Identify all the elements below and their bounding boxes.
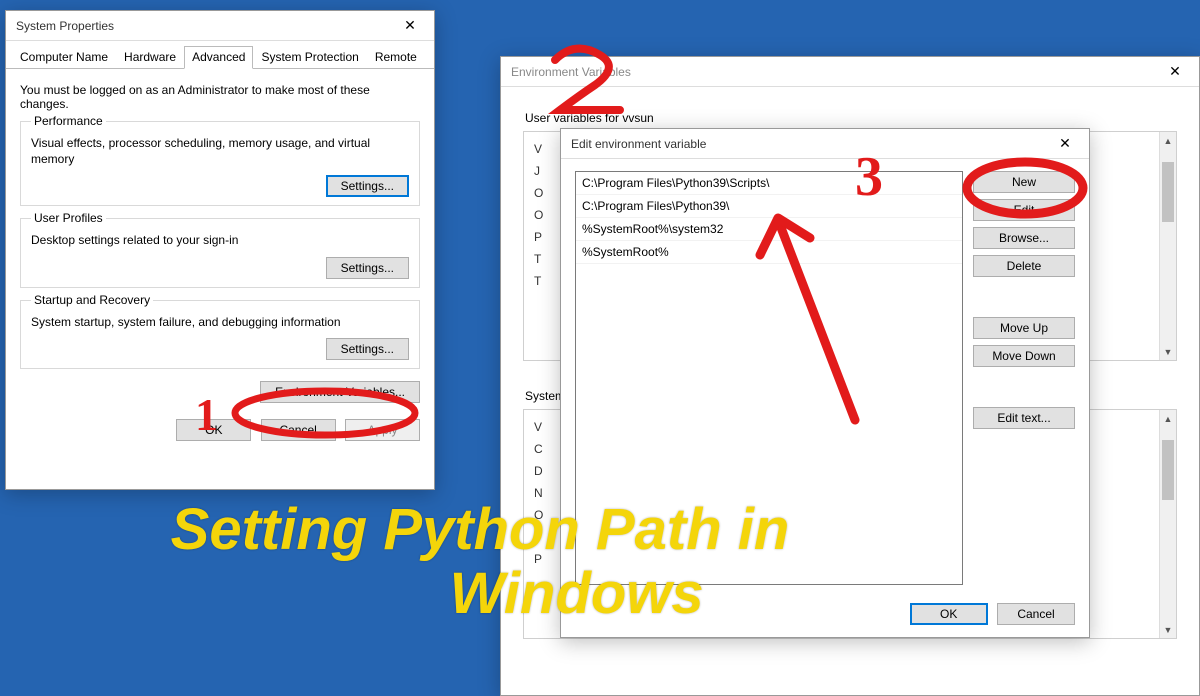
startup-settings-button[interactable]: Settings... <box>326 338 409 360</box>
close-icon[interactable]: ✕ <box>390 12 430 40</box>
editenv-title: Edit environment variable <box>571 137 1045 151</box>
apply-button: Apply <box>345 419 420 441</box>
startup-text: System startup, system failure, and debu… <box>31 315 409 331</box>
move-up-button[interactable]: Move Up <box>973 317 1075 339</box>
sysprops-tabs: Computer Name Hardware Advanced System P… <box>6 41 434 69</box>
path-entry[interactable]: %SystemRoot%\system32 <box>576 218 962 241</box>
close-icon[interactable]: ✕ <box>1155 58 1195 86</box>
new-button[interactable]: New <box>973 171 1075 193</box>
user-variables-label: User variables for vvsun <box>525 111 1177 125</box>
sysprops-titlebar: System Properties ✕ <box>6 11 434 41</box>
startup-recovery-group: Startup and Recovery System startup, sys… <box>20 300 420 370</box>
tutorial-caption: Setting Python Path in Windows <box>40 498 920 626</box>
user-profiles-title: User Profiles <box>31 211 106 225</box>
user-profiles-settings-button[interactable]: Settings... <box>326 257 409 279</box>
performance-settings-button[interactable]: Settings... <box>326 175 409 197</box>
performance-title: Performance <box>31 114 106 128</box>
delete-button[interactable]: Delete <box>973 255 1075 277</box>
scroll-up-icon[interactable]: ▲ <box>1160 132 1176 149</box>
browse-button[interactable]: Browse... <box>973 227 1075 249</box>
tab-remote[interactable]: Remote <box>367 46 425 69</box>
tab-system-protection[interactable]: System Protection <box>253 46 366 69</box>
user-profiles-group: User Profiles Desktop settings related t… <box>20 218 420 288</box>
tab-advanced[interactable]: Advanced <box>184 46 253 69</box>
user-profiles-text: Desktop settings related to your sign-in <box>31 233 409 249</box>
scroll-up-icon[interactable]: ▲ <box>1160 410 1176 427</box>
scrollbar[interactable]: ▲ ▼ <box>1159 410 1176 638</box>
scroll-down-icon[interactable]: ▼ <box>1160 343 1176 360</box>
performance-text: Visual effects, processor scheduling, me… <box>31 136 409 167</box>
envvars-titlebar: Environment Variables ✕ <box>501 57 1199 87</box>
tab-computer-name[interactable]: Computer Name <box>12 46 116 69</box>
editenv-titlebar: Edit environment variable ✕ <box>561 129 1089 159</box>
move-down-button[interactable]: Move Down <box>973 345 1075 367</box>
scrollbar[interactable]: ▲ ▼ <box>1159 132 1176 360</box>
path-entry[interactable]: C:\Program Files\Python39\Scripts\ <box>576 172 962 195</box>
ok-button[interactable]: OK <box>176 419 251 441</box>
envvars-title: Environment Variables <box>511 65 1155 79</box>
scroll-thumb[interactable] <box>1162 162 1174 222</box>
editenv-side-buttons: New Edit Browse... Delete Move Up Move D… <box>973 171 1075 585</box>
sysprops-title: System Properties <box>16 19 390 33</box>
scroll-down-icon[interactable]: ▼ <box>1160 621 1176 638</box>
cancel-button[interactable]: Cancel <box>261 419 336 441</box>
close-icon[interactable]: ✕ <box>1045 130 1085 158</box>
scroll-thumb[interactable] <box>1162 440 1174 500</box>
sysprops-intro: You must be logged on as an Administrato… <box>20 83 420 111</box>
performance-group: Performance Visual effects, processor sc… <box>20 121 420 206</box>
edit-button[interactable]: Edit <box>973 199 1075 221</box>
tab-hardware[interactable]: Hardware <box>116 46 184 69</box>
path-entry[interactable]: C:\Program Files\Python39\ <box>576 195 962 218</box>
edit-text-button[interactable]: Edit text... <box>973 407 1075 429</box>
environment-variables-button[interactable]: Environment Variables... <box>260 381 420 403</box>
path-entry[interactable]: %SystemRoot% <box>576 241 962 264</box>
sysprops-footer: OK Cancel Apply <box>6 411 434 453</box>
cancel-button[interactable]: Cancel <box>997 603 1075 625</box>
ok-button[interactable]: OK <box>910 603 988 625</box>
system-properties-dialog: System Properties ✕ Computer Name Hardwa… <box>5 10 435 490</box>
startup-title: Startup and Recovery <box>31 293 153 307</box>
